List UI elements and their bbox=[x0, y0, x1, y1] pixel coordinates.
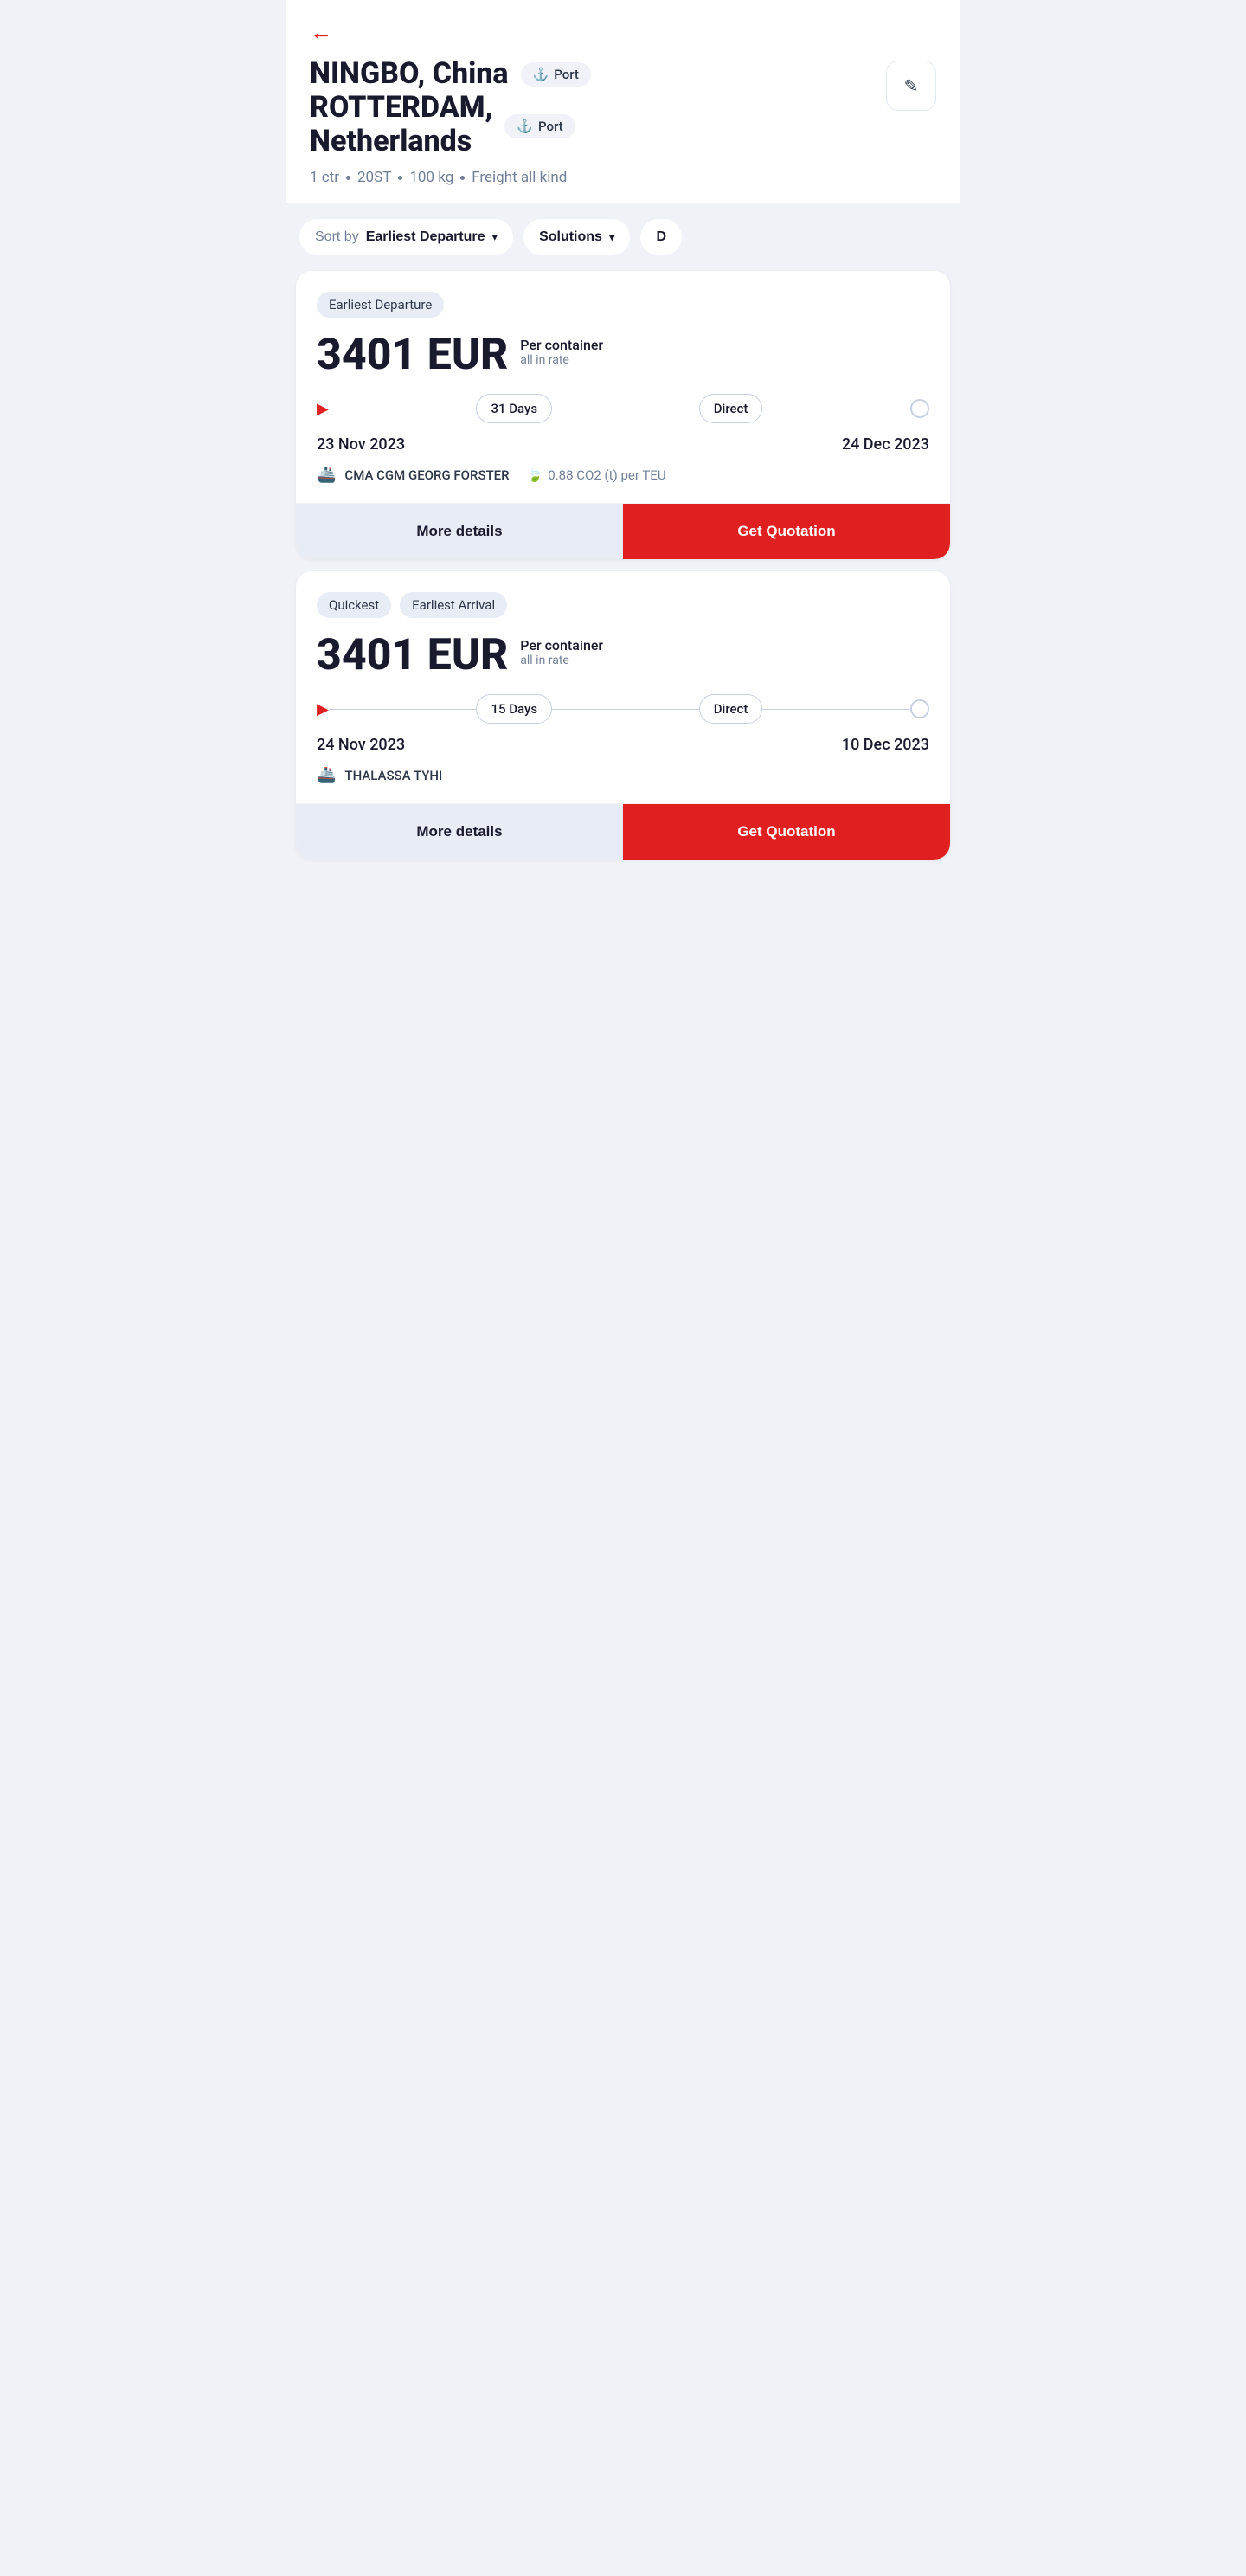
card-1-tag-earliest-departure: Earliest Departure bbox=[317, 292, 444, 318]
dot-1 bbox=[346, 176, 350, 180]
back-arrow-icon: ← bbox=[310, 21, 332, 43]
origin-port-badge: ⚓ Port bbox=[521, 62, 591, 87]
card-1-more-details-button[interactable]: More details bbox=[296, 504, 623, 559]
card-1-per-container: Per container bbox=[520, 337, 603, 353]
sort-control[interactable]: Sort by Earliest Departure ▾ bbox=[299, 219, 513, 255]
leaf-icon-1: 🍃 bbox=[527, 467, 543, 483]
extra-filter-button[interactable]: D bbox=[640, 219, 682, 255]
card-2-body: Quickest Earliest Arrival 3401 EUR Per c… bbox=[296, 571, 950, 784]
card-1-ship-row: 🚢 CMA CGM GEORG FORSTER bbox=[317, 466, 510, 484]
card-1-timeline: ▶ 31 Days Direct bbox=[317, 394, 929, 423]
card-2-all-in-rate: all in rate bbox=[520, 654, 603, 667]
route-section: NINGBO, China ⚓ Port ROTTERDAM, Netherla… bbox=[310, 57, 936, 186]
sort-label: Sort by bbox=[315, 229, 359, 245]
dot-3 bbox=[460, 176, 465, 180]
edit-icon: ✎ bbox=[904, 75, 919, 97]
card-2-ship-row: 🚢 THALASSA TYHI bbox=[317, 766, 929, 784]
solutions-label: Solutions bbox=[539, 229, 602, 245]
ship-icon-1: 🚢 bbox=[317, 466, 336, 484]
freight-label: Freight all kind bbox=[472, 169, 567, 186]
card-2-ship-name: THALASSA TYHI bbox=[344, 768, 442, 783]
weight-label: 100 kg bbox=[409, 169, 453, 186]
card-1: Earliest Departure 3401 EUR Per containe… bbox=[296, 271, 950, 559]
card-2-days-badge: 15 Days bbox=[476, 694, 552, 724]
back-button[interactable]: ← bbox=[310, 21, 332, 43]
card-2-actions: More details Get Quotation bbox=[296, 803, 950, 860]
destination-row: ROTTERDAM, Netherlands ⚓ Port bbox=[310, 91, 886, 158]
card-1-arrival-date: 24 Dec 2023 bbox=[842, 435, 929, 454]
card-1-actions: More details Get Quotation bbox=[296, 503, 950, 559]
destination-port-label: Port bbox=[538, 119, 563, 134]
card-1-ship-co2: 🚢 CMA CGM GEORG FORSTER 🍃 0.88 CO2 (t) p… bbox=[317, 466, 929, 484]
card-1-line-1 bbox=[329, 409, 478, 410]
card-1-line-3 bbox=[761, 409, 910, 410]
origin-row: NINGBO, China ⚓ Port bbox=[310, 57, 886, 91]
extra-filter-label: D bbox=[656, 229, 666, 245]
anchor-icon-2: ⚓ bbox=[517, 119, 533, 134]
card-2-play-icon: ▶ bbox=[317, 700, 329, 718]
card-2-tag-quickest: Quickest bbox=[317, 592, 391, 618]
edit-button[interactable]: ✎ bbox=[886, 61, 936, 111]
sort-chevron-icon: ▾ bbox=[492, 230, 498, 244]
card-1-co2-text: 0.88 CO2 (t) per TEU bbox=[548, 467, 665, 483]
card-2-tags: Quickest Earliest Arrival bbox=[317, 592, 929, 618]
card-1-get-quotation-button[interactable]: Get Quotation bbox=[623, 504, 950, 559]
card-1-timeline-end bbox=[910, 399, 929, 418]
origin-city: NINGBO, China bbox=[310, 57, 509, 91]
route-info: NINGBO, China ⚓ Port ROTTERDAM, Netherla… bbox=[310, 57, 886, 186]
card-2-tag-earliest-arrival: Earliest Arrival bbox=[400, 592, 507, 618]
card-2-timeline-end bbox=[910, 699, 929, 718]
card-2-direct-badge: Direct bbox=[699, 694, 763, 724]
ship-icon-2: 🚢 bbox=[317, 766, 336, 784]
destination-port-badge: ⚓ Port bbox=[504, 114, 575, 138]
card-1-all-in-rate: all in rate bbox=[520, 353, 603, 367]
card-1-price-row: 3401 EUR Per container all in rate bbox=[317, 333, 929, 377]
card-1-body: Earliest Departure 3401 EUR Per containe… bbox=[296, 271, 950, 484]
solutions-chevron-icon: ▾ bbox=[609, 230, 615, 244]
card-2-per-container: Per container bbox=[520, 637, 603, 654]
card-2-get-quotation-button[interactable]: Get Quotation bbox=[623, 804, 950, 860]
card-1-ship-name: CMA CGM GEORG FORSTER bbox=[344, 467, 509, 483]
card-1-co2: 🍃 0.88 CO2 (t) per TEU bbox=[527, 467, 666, 483]
card-2-departure-date: 24 Nov 2023 bbox=[317, 736, 405, 754]
card-2-price: 3401 EUR bbox=[317, 634, 508, 677]
card-2-line-2 bbox=[551, 709, 700, 711]
origin-port-label: Port bbox=[554, 67, 579, 82]
card-2-price-row: 3401 EUR Per container all in rate bbox=[317, 634, 929, 677]
card-2-dates: 24 Nov 2023 10 Dec 2023 bbox=[317, 736, 929, 754]
subtitle-row: 1 ctr 20ST 100 kg Freight all kind bbox=[310, 169, 886, 186]
card-2-timeline: ▶ 15 Days Direct bbox=[317, 694, 929, 724]
card-1-direct-badge: Direct bbox=[699, 394, 763, 423]
ctr-label: 1 ctr bbox=[310, 169, 339, 186]
size-label: 20ST bbox=[357, 169, 391, 186]
sort-value: Earliest Departure bbox=[366, 229, 485, 245]
dot-2 bbox=[398, 176, 402, 180]
card-2-more-details-button[interactable]: More details bbox=[296, 804, 623, 860]
card-2-line-3 bbox=[761, 709, 910, 711]
card-1-departure-date: 23 Nov 2023 bbox=[317, 435, 405, 454]
card-1-price: 3401 EUR bbox=[317, 333, 508, 377]
card-1-tags: Earliest Departure bbox=[317, 292, 929, 318]
solutions-button[interactable]: Solutions ▾ bbox=[523, 219, 630, 255]
filter-bar: Sort by Earliest Departure ▾ Solutions ▾… bbox=[286, 203, 960, 271]
card-1-days-badge: 31 Days bbox=[476, 394, 552, 423]
card-2-arrival-date: 10 Dec 2023 bbox=[842, 736, 929, 754]
card-2: Quickest Earliest Arrival 3401 EUR Per c… bbox=[296, 571, 950, 860]
header: ← NINGBO, China ⚓ Port ROTTERDAM, Nether… bbox=[286, 0, 960, 203]
card-2-price-meta: Per container all in rate bbox=[520, 634, 603, 667]
card-2-line-1 bbox=[329, 709, 478, 711]
cards-container: Earliest Departure 3401 EUR Per containe… bbox=[286, 271, 960, 880]
anchor-icon-1: ⚓ bbox=[533, 67, 549, 82]
card-1-line-2 bbox=[551, 409, 700, 410]
card-1-dates: 23 Nov 2023 24 Dec 2023 bbox=[317, 435, 929, 454]
card-1-price-meta: Per container all in rate bbox=[520, 333, 603, 367]
card-1-play-icon: ▶ bbox=[317, 400, 329, 418]
destination-city: ROTTERDAM, Netherlands bbox=[310, 91, 492, 158]
